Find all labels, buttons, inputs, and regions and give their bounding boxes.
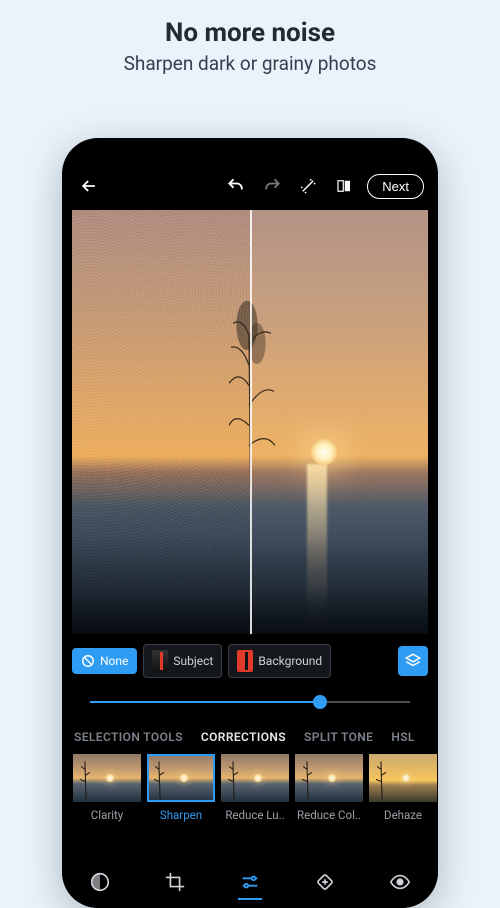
compare-icon[interactable]	[331, 173, 357, 199]
nav-heal-icon[interactable]	[305, 862, 345, 902]
preset-thumb	[147, 754, 215, 802]
preset-reduce-color[interactable]: Reduce Col..	[294, 754, 364, 822]
mask-selector-row: None Subject Background	[72, 644, 428, 678]
noise-overlay-before	[72, 210, 250, 634]
nav-crop-icon[interactable]	[155, 862, 195, 902]
preset-thumb	[295, 754, 363, 802]
layers-icon	[404, 652, 422, 670]
nav-eye-icon[interactable]	[380, 862, 420, 902]
photo-compare-canvas[interactable]	[72, 210, 428, 634]
preset-thumb	[73, 754, 141, 802]
tab-split-tone[interactable]: SPLIT TONE	[304, 730, 373, 744]
preset-label: Dehaze	[384, 808, 422, 822]
mask-subject-label: Subject	[173, 654, 213, 668]
adjustment-tabs: SELECTION TOOLS CORRECTIONS SPLIT TONE H…	[74, 730, 426, 744]
preset-reduce-luminance[interactable]: Reduce Lu..	[220, 754, 290, 822]
subject-thumb-icon	[152, 650, 168, 672]
phone-mockup: Next None Subject Background	[62, 138, 438, 908]
nav-adjust-icon[interactable]	[230, 862, 270, 902]
preset-thumb	[221, 754, 289, 802]
magic-wand-icon[interactable]	[295, 173, 321, 199]
preset-label: Reduce Col..	[297, 808, 361, 822]
preset-label: Sharpen	[160, 808, 202, 822]
slider-thumb[interactable]	[313, 695, 327, 709]
mask-background-button[interactable]: Background	[228, 644, 331, 678]
none-icon	[81, 654, 95, 668]
compare-divider[interactable]	[250, 210, 252, 634]
preset-thumb	[369, 754, 437, 802]
mask-background-label: Background	[258, 654, 322, 668]
bottom-nav	[62, 856, 438, 908]
promo-subtitle: Sharpen dark or grainy photos	[0, 52, 500, 75]
preset-label: Reduce Lu..	[225, 808, 284, 822]
tab-hsl[interactable]: HSL	[391, 730, 415, 744]
next-button[interactable]: Next	[367, 174, 424, 199]
promo-title: No more noise	[0, 18, 500, 48]
redo-icon[interactable]	[259, 173, 285, 199]
adjustment-slider[interactable]	[90, 694, 410, 710]
correction-presets: Clarity Sharpen Reduce Lu.. Reduce Col..…	[72, 754, 438, 822]
preset-clarity[interactable]: Clarity	[72, 754, 142, 822]
preset-dehaze[interactable]: Dehaze	[368, 754, 438, 822]
tab-corrections[interactable]: CORRECTIONS	[201, 730, 286, 744]
background-thumb-icon	[237, 650, 253, 672]
mask-subject-button[interactable]: Subject	[143, 644, 222, 678]
layers-button[interactable]	[398, 646, 428, 676]
nav-looks-icon[interactable]	[80, 862, 120, 902]
tab-selection-tools[interactable]: SELECTION TOOLS	[74, 730, 183, 744]
back-icon[interactable]	[76, 173, 102, 199]
undo-icon[interactable]	[223, 173, 249, 199]
top-toolbar: Next	[62, 166, 438, 206]
mask-none-button[interactable]: None	[72, 648, 137, 674]
preset-label: Clarity	[91, 808, 123, 822]
mask-none-label: None	[100, 654, 128, 668]
preset-sharpen[interactable]: Sharpen	[146, 754, 216, 822]
sun	[311, 439, 337, 465]
